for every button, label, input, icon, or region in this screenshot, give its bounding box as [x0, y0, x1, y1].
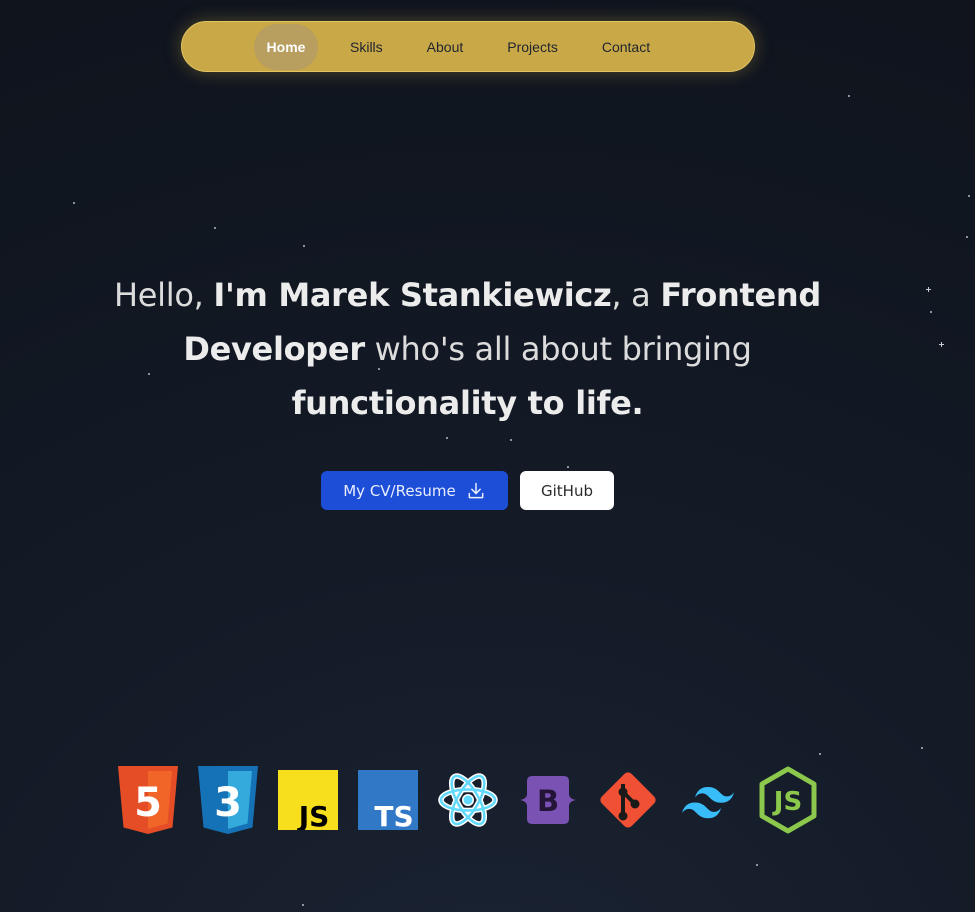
hero-text-3: who's all about bringing	[364, 330, 752, 368]
cv-resume-label: My CV/Resume	[343, 481, 456, 500]
hero-text-2: , a	[611, 276, 661, 314]
github-button[interactable]: GitHub	[520, 471, 614, 510]
top-nav: Home Skills About Projects Contact	[181, 21, 755, 72]
javascript-label: JS	[297, 800, 330, 830]
css3-numeral: 3	[214, 780, 242, 826]
git-icon	[598, 766, 658, 834]
download-icon	[468, 482, 484, 498]
hero-text-1: Hello,	[114, 276, 214, 314]
cta-buttons: My CV/Resume GitHub	[321, 471, 614, 510]
nav-item-home[interactable]: Home	[254, 23, 318, 70]
nav-item-about[interactable]: About	[405, 24, 486, 70]
tailwind-icon	[678, 766, 738, 834]
bootstrap-icon: B	[518, 766, 578, 834]
hero-name: I'm Marek Stankiewicz	[213, 276, 612, 314]
bootstrap-letter: B	[537, 784, 559, 818]
tech-stack-row: 5 3 JS TS B JS	[118, 766, 818, 834]
nav-item-skills[interactable]: Skills	[328, 24, 405, 70]
react-icon	[438, 766, 498, 834]
hero-tagline: functionality to life.	[291, 384, 644, 422]
nav-item-contact[interactable]: Contact	[580, 24, 672, 70]
nodejs-label: JS	[772, 787, 802, 817]
javascript-icon: JS	[278, 766, 338, 834]
html5-icon: 5	[118, 766, 178, 834]
css3-icon: 3	[198, 766, 258, 834]
nav-item-projects[interactable]: Projects	[485, 24, 580, 70]
hero-heading: Hello, I'm Marek Stankiewicz, a Frontend…	[100, 268, 835, 430]
html5-numeral: 5	[134, 780, 162, 826]
typescript-label: TS	[374, 800, 413, 830]
cv-resume-button[interactable]: My CV/Resume	[321, 471, 508, 510]
nodejs-icon: JS	[758, 766, 818, 834]
typescript-icon: TS	[358, 766, 418, 834]
